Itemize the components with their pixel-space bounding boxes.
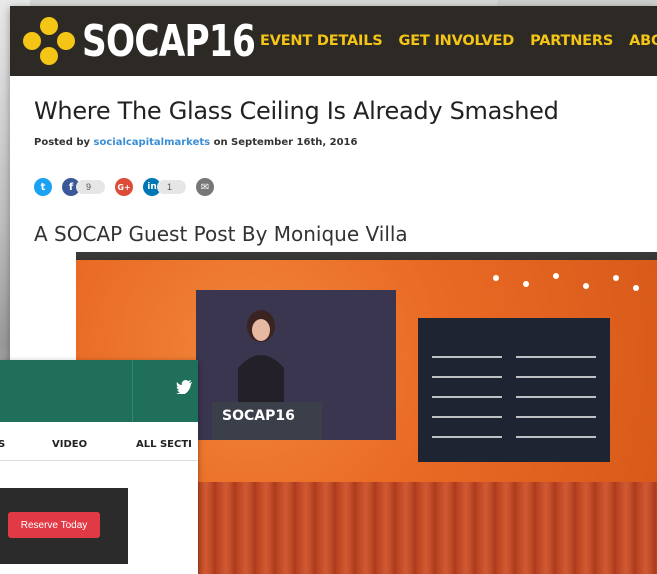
tab-video[interactable]: VIDEO (52, 439, 87, 450)
header-divider (132, 360, 133, 422)
author-link[interactable]: socialcapitalmarkets (94, 137, 211, 148)
email-icon: ✉ (196, 178, 215, 196)
secondary-tabs: S VIDEO ALL SECTI (0, 436, 198, 456)
nav-event-details[interactable]: EVENT DETAILS (260, 33, 383, 49)
slide-text-line (516, 436, 596, 438)
stage-lights-icon (493, 273, 639, 291)
slide-text-line (432, 376, 502, 378)
logo-text: SOCAP16 (82, 15, 256, 67)
linkedin-count: 1 (157, 180, 187, 194)
flower-logo-icon (23, 17, 75, 65)
slide-text-line (516, 376, 596, 378)
share-bar: t f 9 G+ in 1 ✉ (34, 178, 215, 196)
post-subheading: A SOCAP Guest Post By Monique Villa (34, 222, 408, 246)
reserve-today-button[interactable]: Reserve Today (8, 512, 100, 538)
twitter-icon[interactable] (176, 380, 192, 394)
twitter-icon: t (34, 178, 52, 196)
post-meta: Posted by socialcapitalmarkets on Septem… (34, 137, 357, 148)
slide-text-line (432, 436, 502, 438)
share-email[interactable]: ✉ (196, 178, 215, 196)
nav-partners[interactable]: PARTNERS (530, 33, 613, 49)
tab-all-sections[interactable]: ALL SECTI (136, 439, 192, 450)
posted-prefix: Posted by (34, 137, 94, 148)
tab-partial[interactable]: S (0, 439, 5, 450)
google-plus-icon: G+ (115, 178, 134, 196)
share-google-plus[interactable]: G+ (115, 178, 134, 196)
post-title: Where The Glass Ceiling Is Already Smash… (34, 97, 559, 125)
secondary-header (0, 360, 198, 422)
right-slide-screen (418, 318, 610, 462)
share-facebook[interactable]: f 9 (62, 178, 106, 196)
podium-logo: SOCAP16 (222, 408, 295, 424)
share-twitter[interactable]: t (34, 178, 52, 196)
facebook-count: 9 (76, 180, 106, 194)
slide-text-line (516, 396, 596, 398)
nav-about[interactable]: ABOUT (629, 33, 657, 49)
slide-text-line (516, 356, 596, 358)
posted-date: on September 16th, 2016 (210, 137, 358, 148)
secondary-screenshot: S VIDEO ALL SECTI Reserve Today (0, 360, 198, 574)
share-linkedin[interactable]: in 1 (143, 178, 187, 196)
slide-text-line (516, 416, 596, 418)
slide-text-line (432, 396, 502, 398)
site-header: SOCAP16 EVENT DETAILS GET INVOLVED PARTN… (10, 6, 657, 76)
slide-text-line (432, 356, 502, 358)
nav-get-involved[interactable]: GET INVOLVED (399, 33, 515, 49)
main-nav: EVENT DETAILS GET INVOLVED PARTNERS ABOU… (260, 6, 657, 76)
slide-text-line (432, 416, 502, 418)
tab-divider (0, 460, 198, 461)
